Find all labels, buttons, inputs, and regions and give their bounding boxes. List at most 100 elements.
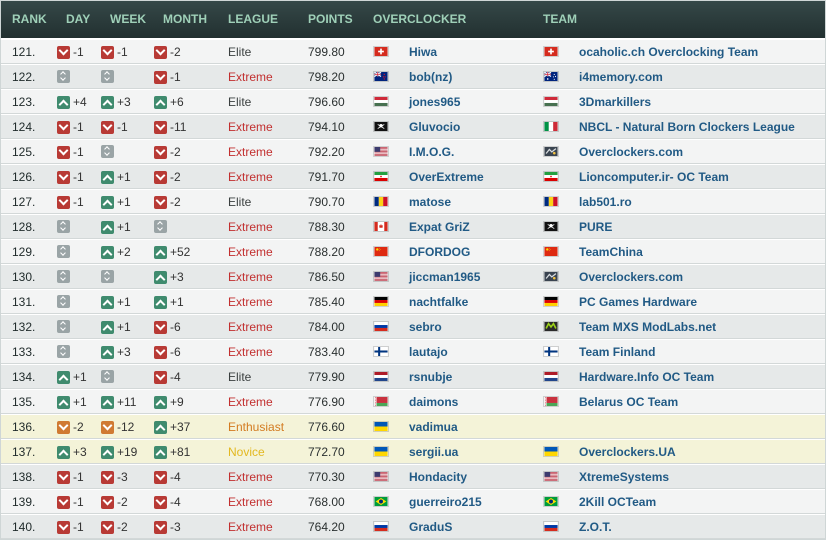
overclocker-link[interactable]: vadimua	[409, 420, 458, 434]
day-change: -1	[57, 170, 84, 184]
iran-flag	[373, 170, 389, 184]
team-link[interactable]: ocaholic.ch Overclocking Team	[579, 45, 758, 59]
overclocker-link[interactable]: guerreiro215	[409, 495, 482, 509]
week-change: +1	[101, 170, 131, 184]
arrow-down-icon	[57, 170, 70, 184]
rank-cell: 131.	[12, 295, 36, 309]
col-overclocker-header[interactable]: OVERCLOCKER	[373, 12, 466, 26]
month-delta: +81	[170, 445, 191, 459]
day-delta: -1	[73, 45, 84, 59]
arrow-up-icon	[101, 445, 114, 459]
arrow-up-icon	[101, 220, 114, 234]
table-row: 138. -1 -3 -4 Extreme 770.30 Hondacity XtremeSy…	[1, 464, 825, 489]
team-link[interactable]: Lioncomputer.ir- OC Team	[579, 170, 729, 184]
month-delta: -2	[170, 195, 181, 209]
league-cell: Novice	[228, 445, 265, 459]
usa-flag	[373, 145, 389, 159]
points-cell: 784.00	[308, 320, 345, 334]
team-link[interactable]: Overclockers.com	[579, 145, 683, 159]
col-team-header[interactable]: TEAM	[543, 12, 577, 26]
month-delta: -2	[170, 145, 181, 159]
overclocker-link[interactable]: sergii.ua	[409, 445, 458, 459]
col-points-header[interactable]: POINTS	[308, 12, 353, 26]
russia-flag	[373, 320, 389, 334]
overclocker-link[interactable]: matose	[409, 195, 451, 209]
team-link[interactable]: Belarus OC Team	[579, 395, 678, 409]
overclocker-link[interactable]: Expat GriZ	[409, 220, 470, 234]
col-day-header[interactable]: DAY	[66, 12, 90, 26]
overclocker-link[interactable]: Hiwa	[409, 45, 437, 59]
arrow-down-icon	[57, 520, 70, 534]
brazil-flag	[543, 495, 559, 509]
month-delta: +9	[170, 395, 184, 409]
points-cell: 794.10	[308, 120, 345, 134]
team-link[interactable]: XtremeSystems	[579, 470, 669, 484]
team-link[interactable]: Team Finland	[579, 345, 655, 359]
team-link[interactable]: lab501.ro	[579, 195, 632, 209]
overclocker-link[interactable]: DFORDOG	[409, 245, 470, 259]
week-delta: -1	[117, 120, 128, 134]
day-delta: -1	[73, 470, 84, 484]
overclocker-link[interactable]: rsnubje	[409, 370, 452, 384]
overclocker-link[interactable]: I.M.O.G.	[409, 145, 454, 159]
points-cell: 770.30	[308, 470, 345, 484]
overclocker-link[interactable]: jones965	[409, 95, 460, 109]
netherlands-flag	[543, 370, 559, 384]
overclocker-link[interactable]: Hondacity	[409, 470, 467, 484]
germany-flag	[373, 295, 389, 309]
team-link[interactable]: PC Games Hardware	[579, 295, 697, 309]
month-delta: +3	[170, 270, 184, 284]
day-delta: +1	[73, 370, 87, 384]
month-delta: -11	[170, 120, 187, 134]
arrow-up-icon	[101, 395, 114, 409]
month-change: -3	[154, 520, 181, 534]
col-week-header[interactable]: WEEK	[110, 12, 146, 26]
belarus-flag	[543, 395, 559, 409]
week-change: +2	[101, 245, 131, 259]
team-link[interactable]: 3Dmarkillers	[579, 95, 651, 109]
league-cell: Extreme	[228, 470, 273, 484]
rank-cell: 138.	[12, 470, 36, 484]
team-link[interactable]: Overclockers.com	[579, 270, 683, 284]
league-cell: Extreme	[228, 170, 273, 184]
table-row: 122. -1 Extreme 798.20 bob(nz) i4memory.com	[1, 64, 825, 89]
arrow-up-icon	[101, 95, 114, 109]
team-link[interactable]: i4memory.com	[579, 70, 663, 84]
rank-cell: 132.	[12, 320, 36, 334]
arrow-down-icon	[154, 470, 167, 484]
col-league-header[interactable]: LEAGUE	[228, 12, 278, 26]
day-delta: -1	[73, 195, 84, 209]
overclocker-link[interactable]: bob(nz)	[409, 70, 452, 84]
table-row: 129. +2 +52 Extreme 788.20 DFORDOG TeamChina	[1, 239, 825, 264]
rank-cell: 137.	[12, 445, 36, 459]
team-link[interactable]: Z.O.T.	[579, 520, 612, 534]
arrow-up-icon	[154, 270, 167, 284]
overclocker-link[interactable]: sebro	[409, 320, 442, 334]
team-link[interactable]: 2Kill OCTeam	[579, 495, 656, 509]
team-link[interactable]: Overclockers.UA	[579, 445, 676, 459]
rank-cell: 122.	[12, 70, 36, 84]
overclocker-link[interactable]: Gluvocio	[409, 120, 460, 134]
team-link[interactable]: Team MXS ModLabs.net	[579, 320, 716, 334]
col-month-header[interactable]: MONTH	[163, 12, 207, 26]
team-link[interactable]: TeamChina	[579, 245, 643, 259]
overclocker-link[interactable]: jiccman1965	[409, 270, 480, 284]
league-cell: Enthusiast	[228, 420, 285, 434]
overclocker-link[interactable]: lautajo	[409, 345, 448, 359]
overclocker-link[interactable]: daimons	[409, 395, 458, 409]
arrow-down-icon	[154, 145, 167, 159]
team-link[interactable]: Hardware.Info OC Team	[579, 370, 714, 384]
week-delta: -1	[117, 45, 128, 59]
team-link[interactable]: NBCL - Natural Born Clockers League	[579, 120, 795, 134]
table-row: 127. -1 +1 -2 Elite 790.70 matose lab501.ro	[1, 189, 825, 214]
col-rank-header[interactable]: RANK	[12, 12, 47, 26]
arrow-down-icon	[57, 145, 70, 159]
table-row: 136. -2 -12 +37 Enthusiast 776.60 vadimua	[1, 414, 825, 439]
week-delta: +2	[117, 245, 131, 259]
unchanged-icon	[57, 70, 70, 83]
overclocker-link[interactable]: OverExtreme	[409, 170, 484, 184]
overclocker-link[interactable]: GraduS	[409, 520, 452, 534]
team-link[interactable]: PURE	[579, 220, 612, 234]
arrow-up-icon	[101, 295, 114, 309]
overclocker-link[interactable]: nachtfalke	[409, 295, 468, 309]
